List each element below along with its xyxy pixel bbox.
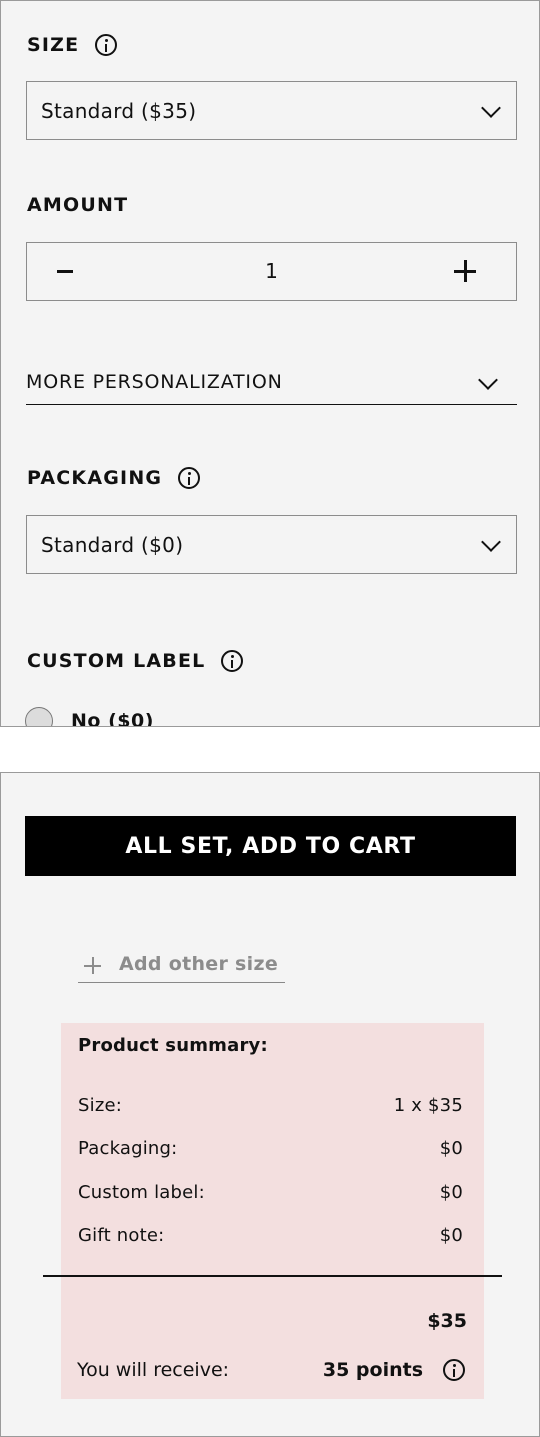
size-selected-value: Standard ($35) [41,98,197,123]
summary-row-value: $0 [439,1138,463,1159]
points-row: You will receive: 35 points [77,1359,465,1381]
summary-row-custom-label: Custom label: $0 [78,1182,463,1203]
points-value: 35 points [322,1359,423,1381]
custom-label-option-no[interactable]: No ($0) [25,707,154,727]
info-icon[interactable] [221,650,244,672]
info-icon[interactable] [95,34,118,56]
amount-section-label: AMOUNT [27,194,128,216]
plus-icon [84,957,101,974]
quantity-value: 1 [265,259,278,283]
summary-row-label: Custom label: [78,1182,205,1203]
summary-row-label: Packaging: [78,1138,178,1159]
more-personalization-toggle[interactable]: MORE PERSONALIZATION [26,367,517,405]
custom-label-label: CUSTOM LABEL [27,650,206,672]
add-other-size-label: Add other size [119,953,279,975]
custom-label-section-label: CUSTOM LABEL [27,650,244,672]
custom-label-option-label: No ($0) [71,710,154,727]
size-select[interactable]: Standard ($35) [26,81,517,140]
chevron-down-icon [481,98,501,118]
amount-label: AMOUNT [27,194,129,216]
radio-button[interactable] [25,707,53,726]
size-section-label: SIZE [27,34,118,56]
cart-summary-panel: ALL SET, ADD TO CART Add other size Prod… [0,772,540,1437]
summary-row-value: $0 [439,1182,463,1203]
packaging-section-label: PACKAGING [27,467,201,489]
packaging-label: PACKAGING [27,467,163,489]
summary-row-label: Size: [78,1095,123,1116]
points-label: You will receive: [77,1359,230,1381]
more-personalization-label: MORE PERSONALIZATION [26,371,283,393]
packaging-selected-value: Standard ($0) [41,532,184,557]
summary-row-size: Size: 1 x $35 [78,1095,463,1116]
summary-total: $35 [427,1310,467,1332]
info-icon[interactable] [443,1359,465,1381]
add-other-size-link[interactable]: Add other size [78,945,285,983]
product-options-panel: SIZE Standard ($35) AMOUNT 1 MORE PERSON… [0,0,540,727]
chevron-down-icon [481,532,501,552]
quantity-stepper: 1 [26,242,517,301]
points-value-group: 35 points [323,1359,465,1381]
packaging-select[interactable]: Standard ($0) [26,515,517,574]
summary-row-value: 1 x $35 [393,1095,463,1116]
summary-row-label: Gift note: [78,1225,165,1246]
size-label: SIZE [27,34,80,56]
summary-row-value: $0 [439,1225,463,1246]
summary-row-gift-note: Gift note: $0 [78,1225,463,1246]
product-summary: Product summary: Size: 1 x $35 Packaging… [61,1023,484,1399]
increase-quantity-button[interactable] [454,260,476,282]
info-icon[interactable] [178,467,201,489]
summary-row-packaging: Packaging: $0 [78,1138,463,1159]
add-to-cart-button[interactable]: ALL SET, ADD TO CART [25,816,516,876]
chevron-down-icon [478,370,498,390]
summary-title: Product summary: [78,1035,268,1056]
summary-divider [43,1275,502,1277]
